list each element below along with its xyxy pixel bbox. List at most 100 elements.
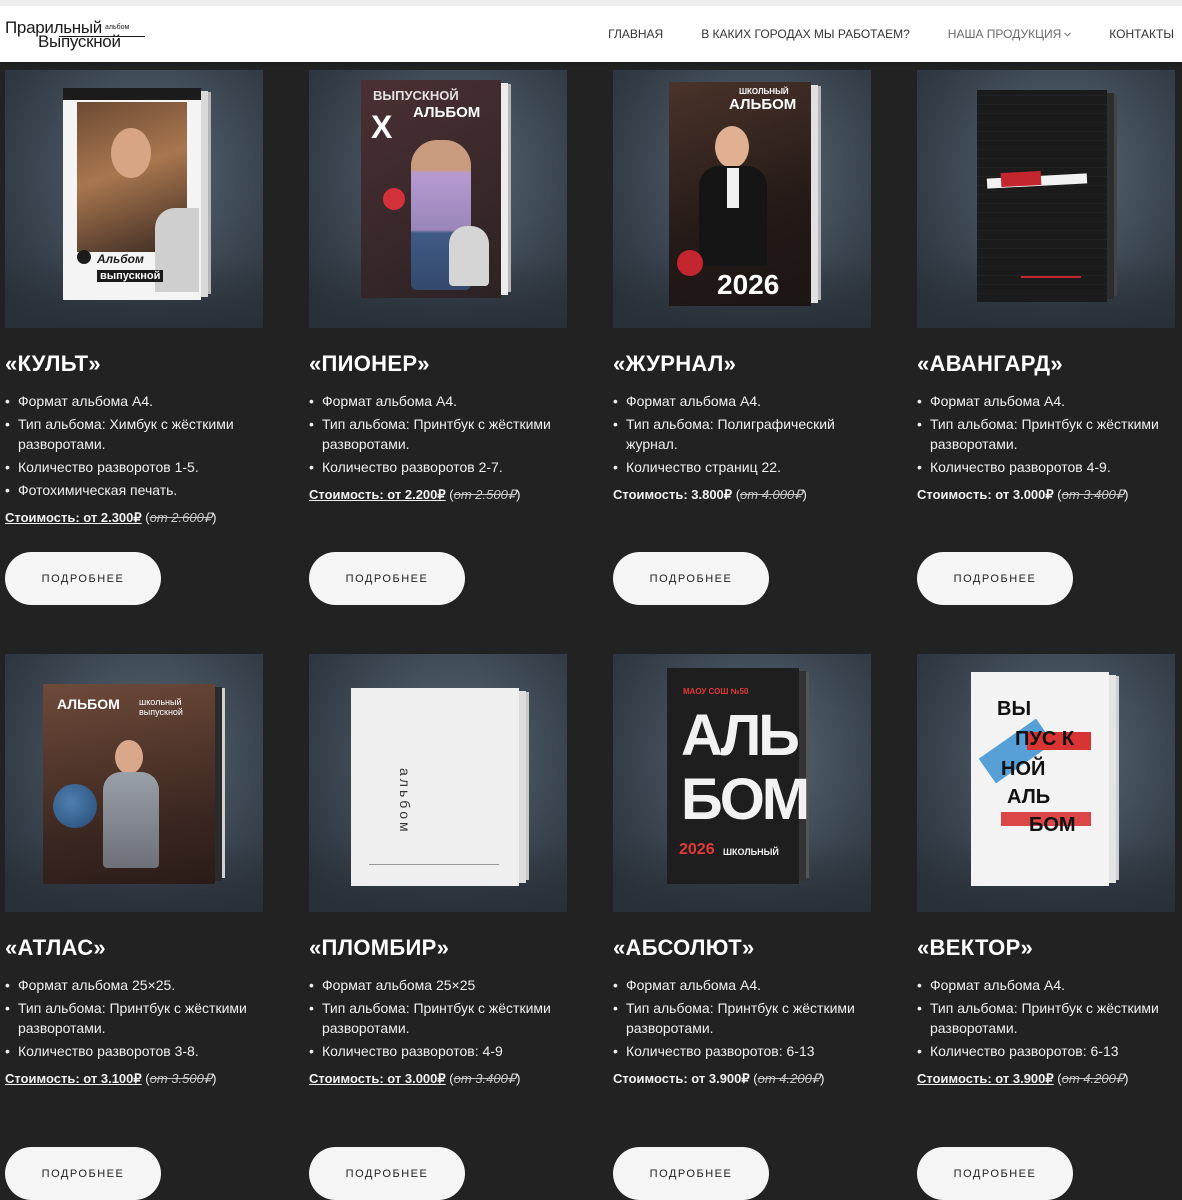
album-cover	[977, 90, 1117, 302]
spec-item: Тип альбома: Принтбук с жёсткими разворо…	[917, 414, 1175, 454]
site-logo[interactable]: Прарильный альбом Выпускной	[5, 16, 145, 60]
cover-text-5: ШКОЛЬНЫЙ	[723, 847, 779, 857]
cover-text-2: АЛЬБОМ	[729, 96, 797, 113]
details-button[interactable]: ПОДРОБНЕЕ	[613, 1147, 769, 1200]
nav-contacts[interactable]: КОНТАКТЫ	[1109, 27, 1174, 41]
price-old: от 3.500₽	[149, 1071, 213, 1086]
nav-products[interactable]: НАША ПРОДУКЦИЯ	[947, 27, 1072, 41]
price-current: Стоимость: от 2.300₽	[5, 510, 142, 525]
product-specs: Формат альбома А4. Тип альбома: Принтбук…	[309, 391, 567, 477]
spec-item: Тип альбома: Полиграфический журнал.	[613, 414, 871, 454]
product-price: Стоимость: от 3.900₽ (от 4.200₽)	[917, 1071, 1129, 1086]
product-title: «АБСОЛЮТ»	[613, 935, 755, 960]
product-title: «КУЛЬТ»	[5, 351, 101, 376]
cover-text-1: ВЫ	[997, 698, 1032, 720]
product-grid: Альбом выпускной «КУЛЬТ» Формат альбома …	[5, 70, 1177, 1200]
product-title: «ВЕКТОР»	[917, 935, 1034, 960]
product-title: «ПЛОМБИР»	[309, 935, 450, 960]
spec-item: Количество разворотов: 6-13	[613, 1041, 871, 1061]
product-specs: Формат альбома 25×25 Тип альбома: Принтб…	[309, 975, 567, 1061]
spec-item: Количество разворотов 2-7.	[309, 457, 567, 477]
details-button[interactable]: ПОДРОБНЕЕ	[917, 552, 1073, 605]
cover-text-1: МАОУ СОШ №50	[683, 687, 749, 696]
cover-text-3: 2026	[717, 269, 780, 300]
price-old: от 3.400₽	[453, 1071, 517, 1086]
product-price: Стоимость: от 2.200₽ (от 2.500₽)	[309, 487, 521, 502]
product-photo-zhurnal[interactable]: ШКОЛЬНЫЙ АЛЬБОМ 2026	[613, 70, 871, 328]
product-photo-avangard[interactable]	[917, 70, 1175, 328]
product-card-pioner: ВЫПУСКНОЙ АЛЬБОМ X «ПИОНЕР» Формат альбо…	[309, 70, 567, 654]
site-header: Прарильный альбом Выпускной ГЛАВНАЯ В КА…	[0, 0, 1182, 62]
product-card-avangard: «АВАНГАРД» Формат альбома А4. Тип альбом…	[917, 70, 1175, 654]
price-old: от 4.200₽	[757, 1071, 821, 1086]
nav-home[interactable]: ГЛАВНАЯ	[608, 27, 663, 41]
spec-item: Тип альбома: Принтбук с жёсткими разворо…	[613, 998, 871, 1038]
product-title: «АВАНГАРД»	[917, 351, 1063, 376]
spec-item: Тип альбома: Принтбук с жёсткими разворо…	[917, 998, 1175, 1038]
cover-text-3: НОЙ	[1001, 758, 1046, 780]
product-title: «ПИОНЕР»	[309, 351, 430, 376]
product-photo-plombir[interactable]: альбом	[309, 654, 567, 912]
product-photo-absolut[interactable]: МАОУ СОШ №50 АЛЬ БОМ 2026 ШКОЛЬНЫЙ	[613, 654, 871, 912]
cover-text-1: альбом	[397, 768, 413, 835]
product-photo-atlas[interactable]: АЛЬБОМ школьный выпускной	[5, 654, 263, 912]
product-card-atlas: АЛЬБОМ школьный выпускной «АТЛАС» Формат…	[5, 654, 263, 1200]
product-title: «ЖУРНАЛ»	[613, 351, 737, 376]
album-cover: ВЫПУСКНОЙ АЛЬБОМ X	[361, 80, 511, 298]
details-button[interactable]: ПОДРОБНЕЕ	[613, 552, 769, 605]
price-current: Стоимость: от 3.900₽	[613, 1071, 750, 1086]
cover-text-1: АЛЬБОМ	[57, 696, 120, 712]
spec-item: Фотохимическая печать.	[5, 480, 263, 500]
cover-text-4: 2026	[679, 841, 715, 858]
product-specs: Формат альбома А4. Тип альбома: Полиграф…	[613, 391, 871, 477]
chevron-down-icon	[1064, 31, 1072, 37]
cover-text-4: АЛЬ	[1007, 786, 1051, 808]
price-current: Стоимость: 3.800₽	[613, 487, 733, 502]
product-photo-kult[interactable]: Альбом выпускной	[5, 70, 263, 328]
album-cover: МАОУ СОШ №50 АЛЬ БОМ 2026 ШКОЛЬНЫЙ	[667, 668, 810, 884]
cover-text-3: БОМ	[681, 767, 810, 832]
cover-x-mark: X	[371, 109, 393, 145]
spec-item: Количество разворотов 1-5.	[5, 457, 263, 477]
nav-products-label: НАША ПРОДУКЦИЯ	[947, 27, 1062, 41]
spec-item: Формат альбома А4.	[309, 391, 567, 411]
product-card-vektor: ВЫ ПУС К НОЙ АЛЬ БОМ «ВЕКТОР» Формат аль…	[917, 654, 1175, 1200]
details-button[interactable]: ПОДРОБНЕЕ	[917, 1147, 1073, 1200]
cover-text-2: выпускной	[97, 270, 164, 283]
price-old: от 4.000₽	[740, 487, 803, 502]
details-button[interactable]: ПОДРОБНЕЕ	[309, 552, 465, 605]
spec-item: Формат альбома А4.	[917, 391, 1175, 411]
spec-item: Количество разворотов: 4-9	[309, 1041, 567, 1061]
product-photo-vektor[interactable]: ВЫ ПУС К НОЙ АЛЬ БОМ	[917, 654, 1175, 912]
price-old: от 3.400₽	[1061, 487, 1125, 502]
album-cover: ШКОЛЬНЫЙ АЛЬБОМ 2026	[669, 82, 821, 306]
details-button[interactable]: ПОДРОБНЕЕ	[309, 1147, 465, 1200]
product-photo-pioner[interactable]: ВЫПУСКНОЙ АЛЬБОМ X	[309, 70, 567, 328]
product-title: «АТЛАС»	[5, 935, 106, 960]
product-card-zhurnal: ШКОЛЬНЫЙ АЛЬБОМ 2026 «ЖУРНАЛ» Формат аль…	[613, 70, 871, 654]
album-cover: альбом	[351, 688, 529, 886]
cover-text-3: выпускной	[139, 707, 183, 717]
spec-item: Формат альбома 25×25.	[5, 975, 263, 995]
product-price: Стоимость: от 3.100₽ (от 3.500₽)	[5, 1071, 217, 1086]
price-current: Стоимость: от 3.900₽	[917, 1071, 1054, 1086]
product-price: Стоимость: от 3.000₽ (от 3.400₽)	[917, 487, 1129, 502]
spec-item: Тип альбома: Химбук с жёсткими разворота…	[5, 414, 263, 454]
product-specs: Формат альбома 25×25. Тип альбома: Принт…	[5, 975, 263, 1061]
details-button[interactable]: ПОДРОБНЕЕ	[5, 552, 161, 605]
price-old: от 2.500₽	[453, 487, 517, 502]
spec-item: Тип альбома: Принтбук с жёсткими разворо…	[5, 998, 263, 1038]
spec-item: Формат альбома 25×25	[309, 975, 567, 995]
nav-cities[interactable]: В КАКИХ ГОРОДАХ МЫ РАБОТАЕМ?	[701, 27, 910, 41]
details-button[interactable]: ПОДРОБНЕЕ	[5, 1147, 161, 1200]
price-current: Стоимость: от 3.100₽	[5, 1071, 142, 1086]
spec-item: Тип альбома: Принтбук с жёсткими разворо…	[309, 414, 567, 454]
spec-item: Формат альбома А4.	[5, 391, 263, 411]
spec-item: Количество страниц 22.	[613, 457, 871, 477]
album-cover: Альбом выпускной	[63, 88, 211, 300]
spec-item: Формат альбома А4.	[613, 391, 871, 411]
price-current: Стоимость: от 3.000₽	[917, 487, 1054, 502]
cover-text-1: Альбом	[97, 252, 144, 266]
cover-text-2: школьный	[139, 697, 182, 707]
product-price: Стоимость: от 2.300₽ (от 2.600₽)	[5, 510, 217, 525]
